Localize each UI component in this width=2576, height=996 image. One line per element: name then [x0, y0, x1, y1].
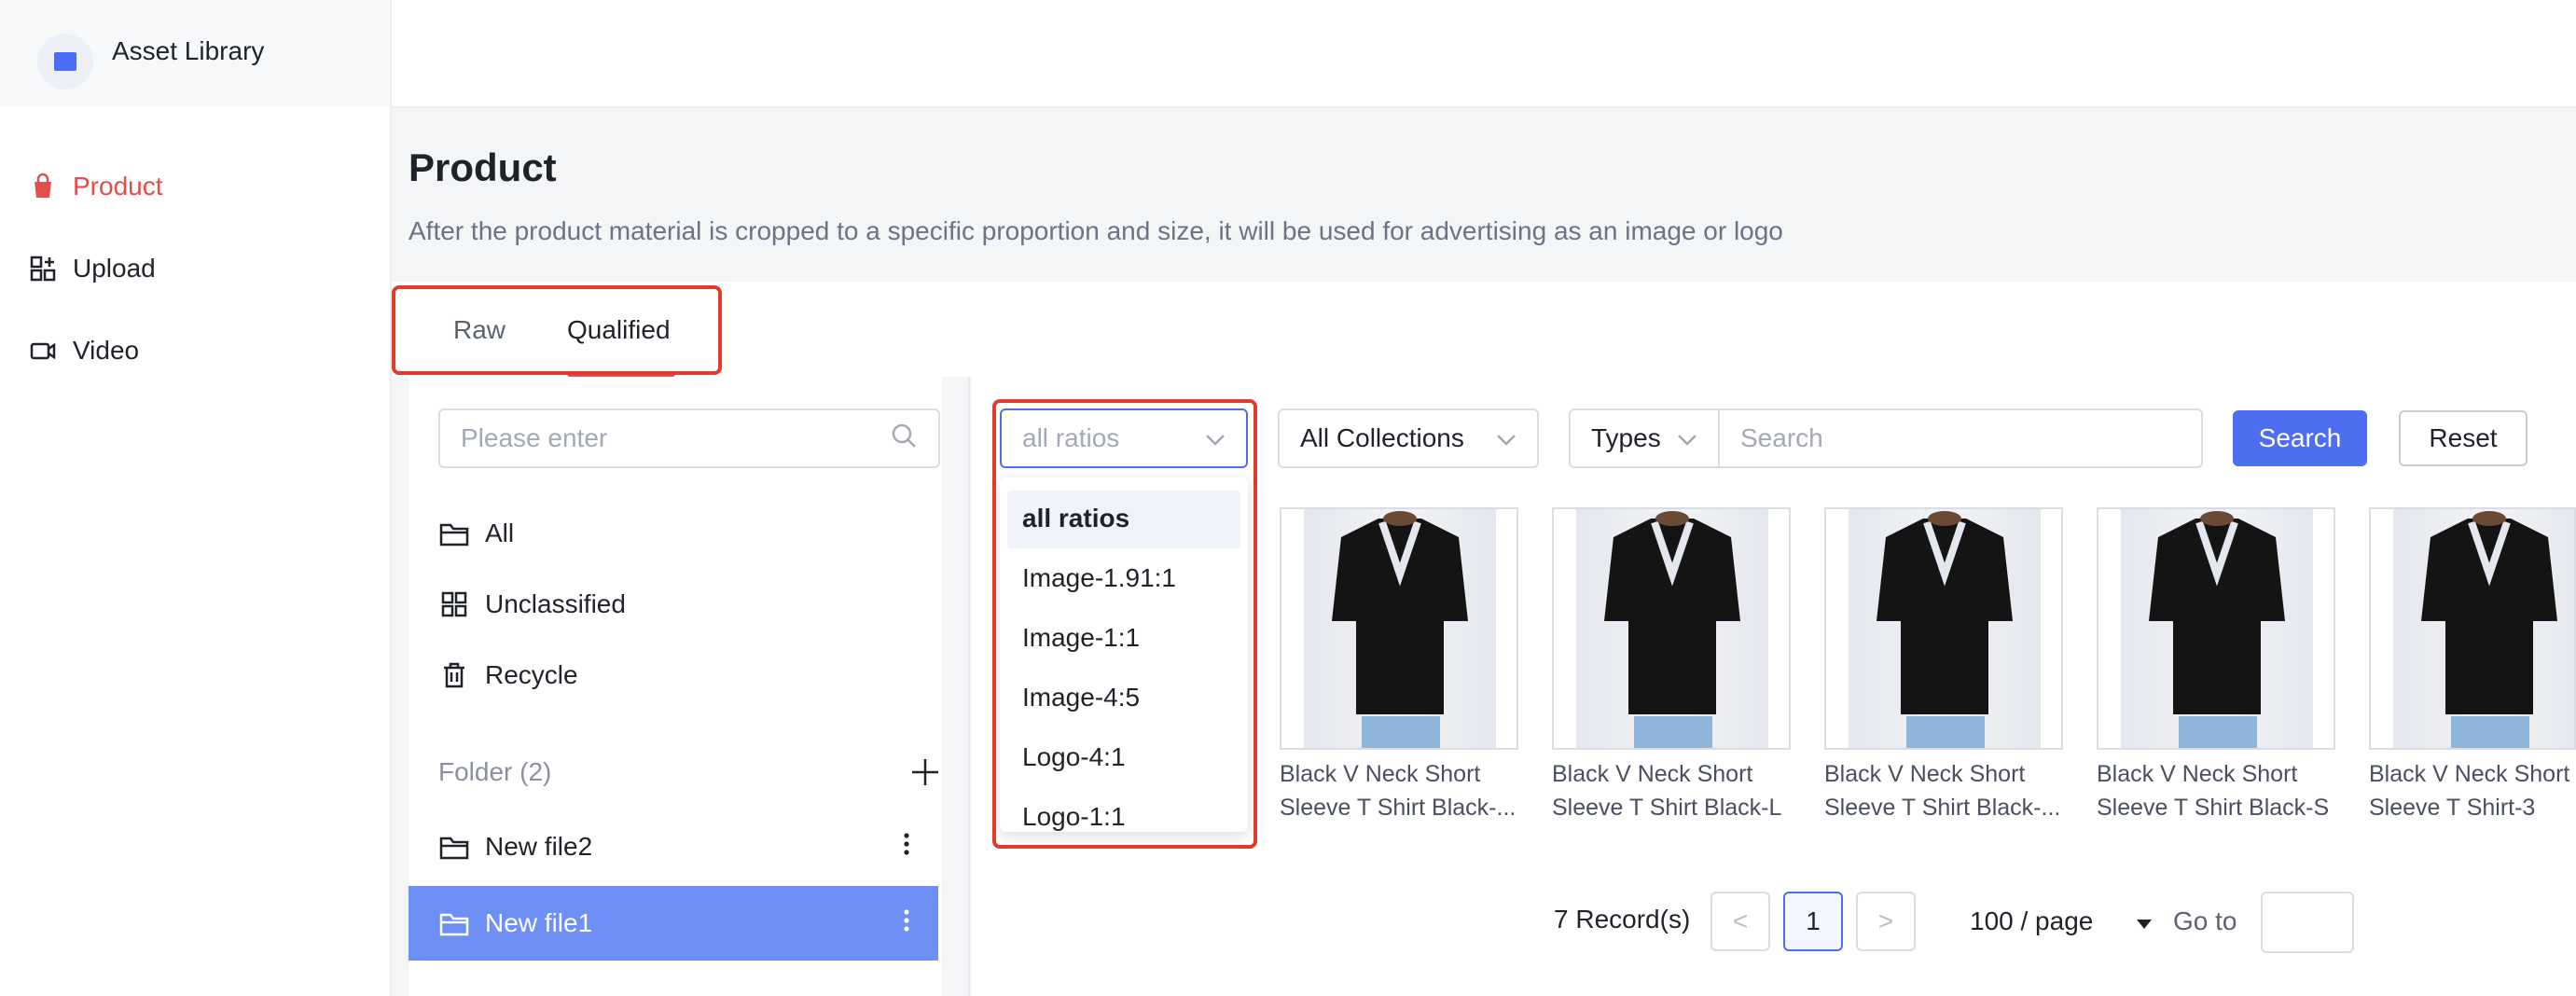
folder-row-new-file2[interactable]: New file2	[409, 809, 938, 884]
next-page-button[interactable]: >	[1856, 892, 1916, 951]
reset-button[interactable]: Reset	[2399, 410, 2528, 466]
folder-row-label: New file2	[485, 832, 593, 861]
asset-caption: Black V Neck Short Sleeve T Shirt-3	[2369, 757, 2576, 824]
asset-caption-line: Sleeve T Shirt Black-L	[1552, 795, 1782, 821]
asset-caption-line: Sleeve T Shirt Black-...	[1824, 795, 2061, 821]
asset-search-placeholder: Search	[1740, 423, 1823, 452]
caret-down-icon	[2136, 906, 2153, 936]
asset-caption: Black V Neck Short Sleeve T Shirt Black-…	[1280, 757, 1531, 824]
upload-grid-icon	[28, 254, 58, 284]
page-description: After the product material is cropped to…	[409, 216, 1783, 245]
product-image	[1304, 509, 1496, 748]
product-image	[2121, 509, 2313, 748]
asset-card-thumbnail[interactable]	[1280, 507, 1518, 750]
search-icon	[890, 422, 918, 456]
sidebar	[0, 0, 392, 996]
trash-icon	[438, 659, 470, 691]
page-number-button[interactable]: 1	[1783, 892, 1843, 951]
app-title: Asset Library	[112, 36, 265, 65]
tree-item-label: Recycle	[485, 660, 578, 689]
sidebar-item-upload[interactable]: Upload	[28, 248, 156, 289]
tree-item-all[interactable]: All	[438, 513, 514, 554]
record-count: 7 Record(s)	[1554, 905, 1691, 934]
asset-card-thumbnail[interactable]	[1824, 507, 2063, 750]
folder-section-header: Folder (2)	[438, 757, 552, 786]
search-button[interactable]: Search	[2233, 410, 2367, 466]
asset-caption-line: Black V Neck Short	[1280, 761, 1481, 787]
page-size-select[interactable]: 100 / page	[1970, 901, 2153, 942]
asset-caption: Black V Neck Short Sleeve T Shirt Black-…	[1824, 757, 2076, 824]
goto-label: Go to	[2173, 906, 2237, 935]
folder-icon	[438, 831, 470, 863]
sidebar-item-label: Video	[73, 336, 140, 365]
folder-search-input[interactable]: Please enter	[438, 408, 940, 468]
shopping-bag-icon	[28, 172, 58, 201]
tree-item-label: Unclassified	[485, 589, 626, 618]
panel-divider	[968, 377, 970, 996]
asset-caption-line: Sleeve T Shirt Black-S	[2097, 795, 2330, 821]
asset-card-thumbnail[interactable]	[2369, 507, 2576, 750]
asset-caption-line: Sleeve T Shirt-3	[2369, 795, 2536, 821]
collections-select-value: All Collections	[1300, 423, 1464, 452]
types-select[interactable]: Types	[1569, 408, 1720, 468]
asset-caption-line: Black V Neck Short	[1552, 761, 1753, 787]
page-title: Product	[409, 145, 557, 189]
tree-item-label: All	[485, 519, 515, 547]
tree-item-unclassified[interactable]: Unclassified	[438, 584, 626, 625]
ratio-highlight-box	[992, 399, 1257, 849]
tabs-highlight-box	[392, 285, 722, 375]
grid-icon	[438, 588, 470, 620]
video-icon	[28, 336, 58, 366]
more-menu-icon[interactable]	[903, 908, 910, 939]
sidebar-item-label: Upload	[73, 254, 156, 283]
product-image	[1576, 509, 1768, 748]
asset-caption-line: Sleeve T Shirt Black-...	[1280, 795, 1517, 821]
product-image	[1849, 509, 2041, 748]
folder-search-placeholder: Please enter	[461, 423, 608, 452]
sidebar-item-label: Product	[73, 172, 163, 201]
sidebar-item-video[interactable]: Video	[28, 330, 139, 371]
folder-row-label: New file1	[485, 908, 593, 937]
asset-search-input[interactable]: Search	[1718, 408, 2203, 468]
asset-caption-line: Black V Neck Short	[1824, 761, 2026, 787]
asset-caption: Black V Neck Short Sleeve T Shirt Black-…	[2097, 757, 2348, 824]
add-folder-icon[interactable]	[910, 757, 940, 792]
asset-card-thumbnail[interactable]	[2097, 507, 2335, 750]
more-menu-icon[interactable]	[903, 832, 910, 863]
chevron-down-icon	[1496, 423, 1517, 453]
product-image	[2393, 509, 2574, 748]
asset-caption-line: Black V Neck Short	[2369, 761, 2570, 787]
folder-icon	[438, 518, 470, 549]
types-select-value: Types	[1591, 423, 1661, 452]
asset-card-thumbnail[interactable]	[1552, 507, 1791, 750]
page-size-value: 100 / page	[1970, 906, 2094, 935]
sidebar-item-product[interactable]: Product	[28, 166, 163, 207]
top-bar	[392, 0, 2576, 108]
asset-caption-line: Black V Neck Short	[2097, 761, 2298, 787]
tree-item-recycle[interactable]: Recycle	[438, 655, 578, 696]
goto-page-input[interactable]	[2261, 892, 2354, 953]
folder-row-new-file1[interactable]: New file1	[409, 886, 938, 961]
asset-caption: Black V Neck Short Sleeve T Shirt Black-…	[1552, 757, 1804, 824]
collections-select[interactable]: All Collections	[1278, 408, 1539, 468]
folder-icon	[438, 907, 470, 939]
chevron-down-icon	[1677, 423, 1697, 453]
prev-page-button[interactable]: <	[1710, 892, 1770, 951]
app-logo-icon	[37, 34, 93, 90]
